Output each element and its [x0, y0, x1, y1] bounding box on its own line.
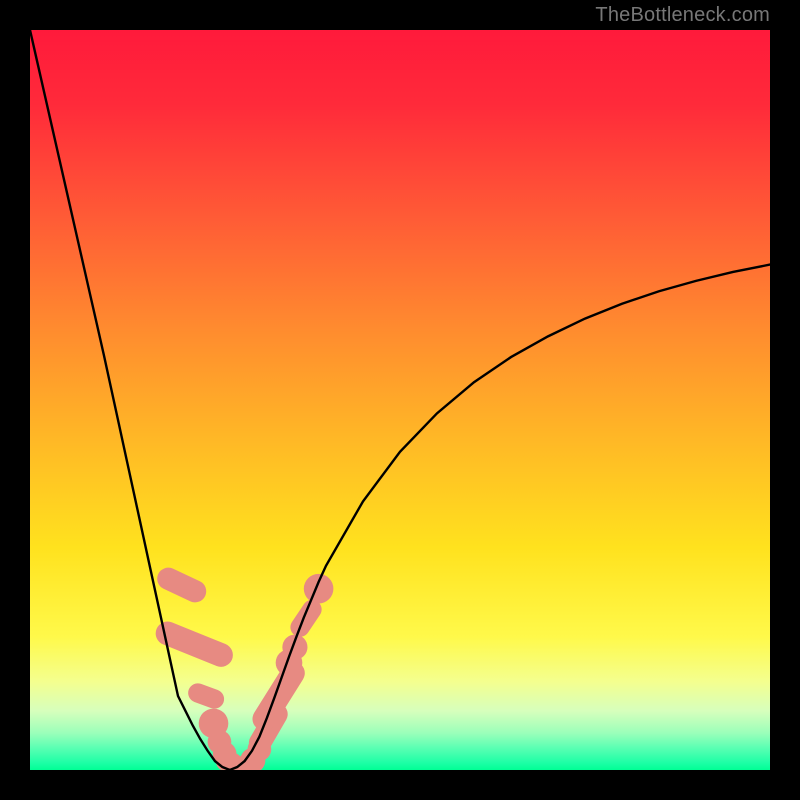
bottleneck-curve [30, 30, 770, 770]
plot-area [30, 30, 770, 770]
marker-pill [154, 564, 210, 606]
outer-frame: TheBottleneck.com [0, 0, 800, 800]
chart-svg [30, 30, 770, 770]
marker-pill [152, 618, 236, 670]
marker-circle [304, 574, 334, 604]
marker-layer [152, 564, 333, 770]
marker-pill [185, 681, 226, 712]
watermark-text: TheBottleneck.com [595, 4, 770, 27]
